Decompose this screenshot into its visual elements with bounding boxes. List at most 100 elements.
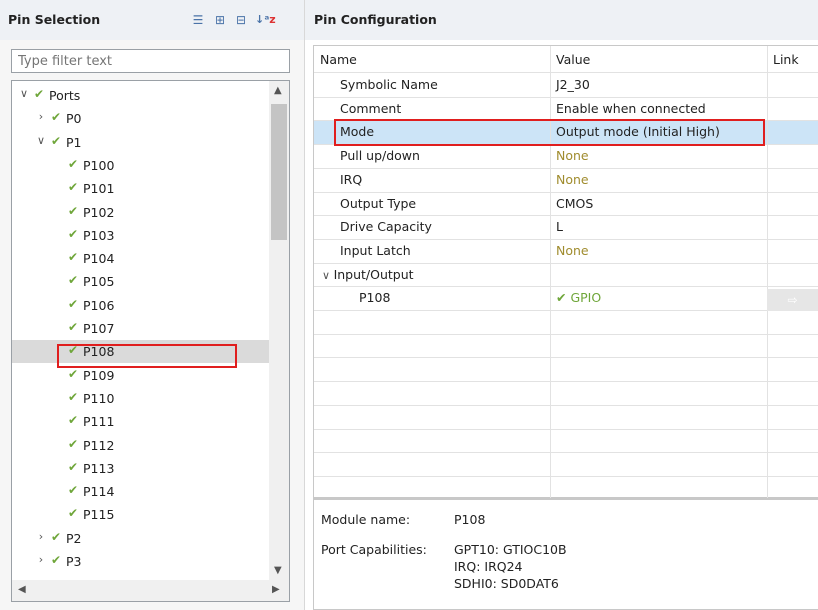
collapse-all-icon[interactable]: ⊟ xyxy=(235,14,247,26)
list-view-icon[interactable]: ☰ xyxy=(192,14,204,26)
check-icon: ✔ xyxy=(68,366,79,381)
chevron-down-icon[interactable]: ∨ xyxy=(18,87,30,100)
tree-item-p101[interactable]: ✔ P101 xyxy=(12,177,269,200)
pin-selection-header: Pin Selection ☰ ⊞ ⊟ ↓ᵃz xyxy=(0,0,304,40)
scroll-left-icon[interactable]: ◀ xyxy=(18,584,26,595)
tree-item-p114[interactable]: ✔ P114 xyxy=(12,480,269,503)
module-name-value: P108 xyxy=(454,512,486,527)
mode-highlight-box xyxy=(334,119,765,146)
tree-item-label: P104 xyxy=(83,251,115,267)
link-arrow-button[interactable]: ⇨ xyxy=(767,289,818,311)
scroll-right-icon[interactable]: ▶ xyxy=(272,584,280,595)
check-icon: ✔ xyxy=(68,250,79,265)
port-capability: SDHI0: SD0DAT6 xyxy=(454,576,559,591)
p108-highlight-box xyxy=(57,344,237,368)
check-icon: ✔ xyxy=(68,226,79,241)
tree-item-label: P105 xyxy=(83,274,115,290)
check-icon: ✔ xyxy=(68,483,79,498)
row-value[interactable]: Enable when connected xyxy=(556,101,706,116)
tree-item-label: P109 xyxy=(83,367,115,383)
pin-configuration-header: Pin Configuration xyxy=(305,0,818,40)
check-icon: ✔ xyxy=(68,389,79,404)
tree-item-p113[interactable]: ✔ P113 xyxy=(12,457,269,480)
chevron-right-icon[interactable]: › xyxy=(35,110,47,123)
tree-item-label: P100 xyxy=(83,157,115,173)
expand-all-icon[interactable]: ⊞ xyxy=(214,14,226,26)
scrollbar-thumb[interactable] xyxy=(271,104,287,240)
column-header-name[interactable]: Name xyxy=(320,52,357,67)
check-icon: ✔ xyxy=(68,436,79,451)
row-name: IRQ xyxy=(340,171,363,187)
tree-item-p107[interactable]: ✔ P107 xyxy=(12,317,269,340)
tree-item-label: P107 xyxy=(83,321,115,336)
check-icon: ✔ xyxy=(68,296,79,311)
chevron-down-icon[interactable]: ∨ xyxy=(35,134,47,147)
tree-item-label: P115 xyxy=(83,507,115,523)
check-icon: ✔ xyxy=(51,110,62,125)
horizontal-scrollbar[interactable]: ◀ ▶ xyxy=(12,580,289,601)
pin-selection-panel: Pin Selection ☰ ⊞ ⊟ ↓ᵃz ∨✔Ports›✔P0∨✔P1✔… xyxy=(0,0,305,610)
tree-item-p111[interactable]: ✔ P111 xyxy=(12,410,269,433)
check-icon: ✔ xyxy=(68,273,79,288)
chevron-right-icon[interactable]: › xyxy=(35,530,47,543)
row-value-text: GPIO xyxy=(570,290,602,306)
row-name: Pull up/down xyxy=(340,148,420,164)
tree-item-p2[interactable]: › ✔ P2 xyxy=(12,527,269,550)
filter-input[interactable] xyxy=(11,49,290,73)
column-header-value[interactable]: Value xyxy=(556,52,590,67)
row-name: Input Latch xyxy=(340,242,411,258)
check-icon: ✔ xyxy=(51,553,62,567)
tree-item-label: P112 xyxy=(83,437,115,453)
tree-item-p102[interactable]: ✔ P102 xyxy=(12,201,269,224)
row-name: Output Type xyxy=(340,195,417,211)
row-value[interactable]: L xyxy=(556,219,563,234)
tree-item-p104[interactable]: ✔ P104 xyxy=(12,247,269,270)
port-capability: IRQ: IRQ24 xyxy=(454,559,523,574)
tree-item-p0[interactable]: › ✔ P0 xyxy=(12,107,269,130)
row-value[interactable]: None xyxy=(556,243,589,258)
tree-item-label: P114 xyxy=(83,484,115,500)
check-icon: ✔ xyxy=(556,290,571,306)
vertical-scrollbar[interactable]: ▲ ▼ xyxy=(269,81,289,580)
check-icon: ✔ xyxy=(34,87,45,101)
row-name-text: Input/Output xyxy=(333,266,414,282)
tree-item-label: P103 xyxy=(83,227,115,243)
check-icon: ✔ xyxy=(51,133,62,148)
tree-item-p1[interactable]: ∨ ✔ P1 xyxy=(12,131,269,154)
tree-item-p115[interactable]: ✔ P115 xyxy=(12,503,269,526)
pin-configuration-table: Name Value Link Symbolic Name J2_30 Commen… xyxy=(313,45,818,501)
column-header-link[interactable]: Link xyxy=(773,52,799,67)
tree-item-p3[interactable]: › ✔ P3 xyxy=(12,550,269,573)
scroll-down-icon[interactable]: ▼ xyxy=(274,565,282,576)
tree-item-label: P3 xyxy=(66,554,82,569)
pin-tree: ∨ ✔ Ports › ✔ P0 ∨ ✔ P1 ✔ P100 ✔ P101 ✔ P102 ✔ P103 ✔ P104… xyxy=(11,80,290,602)
chevron-right-icon[interactable]: › xyxy=(35,553,47,566)
chevron-down-icon[interactable]: ∨ xyxy=(322,269,334,282)
row-value[interactable]: J2_30 xyxy=(556,77,590,92)
tree-item-p106[interactable]: ✔ P106 xyxy=(12,294,269,317)
scroll-up-icon[interactable]: ▲ xyxy=(274,85,282,96)
row-value[interactable]: ✔ GPIO xyxy=(556,290,601,305)
row-value[interactable]: None xyxy=(556,172,589,187)
module-name-label: Module name: xyxy=(321,512,411,527)
tree-item-label: P113 xyxy=(83,460,115,476)
check-icon: ✔ xyxy=(68,156,79,171)
tree-item-label: P0 xyxy=(66,111,82,127)
tree-item-p110[interactable]: ✔ P110 xyxy=(12,387,269,410)
check-icon: ✔ xyxy=(68,413,79,428)
row-name: Drive Capacity xyxy=(340,219,432,235)
pin-selection-title: Pin Selection xyxy=(8,12,101,27)
tree-item-ports[interactable]: ∨ ✔ Ports xyxy=(12,84,269,107)
check-icon: ✔ xyxy=(68,203,79,218)
check-icon: ✔ xyxy=(68,180,79,195)
row-name: P108 xyxy=(359,290,391,306)
tree-item-label: P1 xyxy=(66,134,82,150)
row-value[interactable]: None xyxy=(556,148,589,163)
row-value[interactable]: CMOS xyxy=(556,196,593,211)
sort-alphabetical-icon[interactable]: ↓ᵃz xyxy=(255,14,276,26)
check-icon: ✔ xyxy=(68,459,79,474)
tree-item-p100[interactable]: ✔ P100 xyxy=(12,154,269,177)
tree-item-p105[interactable]: ✔ P105 xyxy=(12,270,269,293)
tree-item-p112[interactable]: ✔ P112 xyxy=(12,434,269,457)
tree-item-p103[interactable]: ✔ P103 xyxy=(12,224,269,247)
